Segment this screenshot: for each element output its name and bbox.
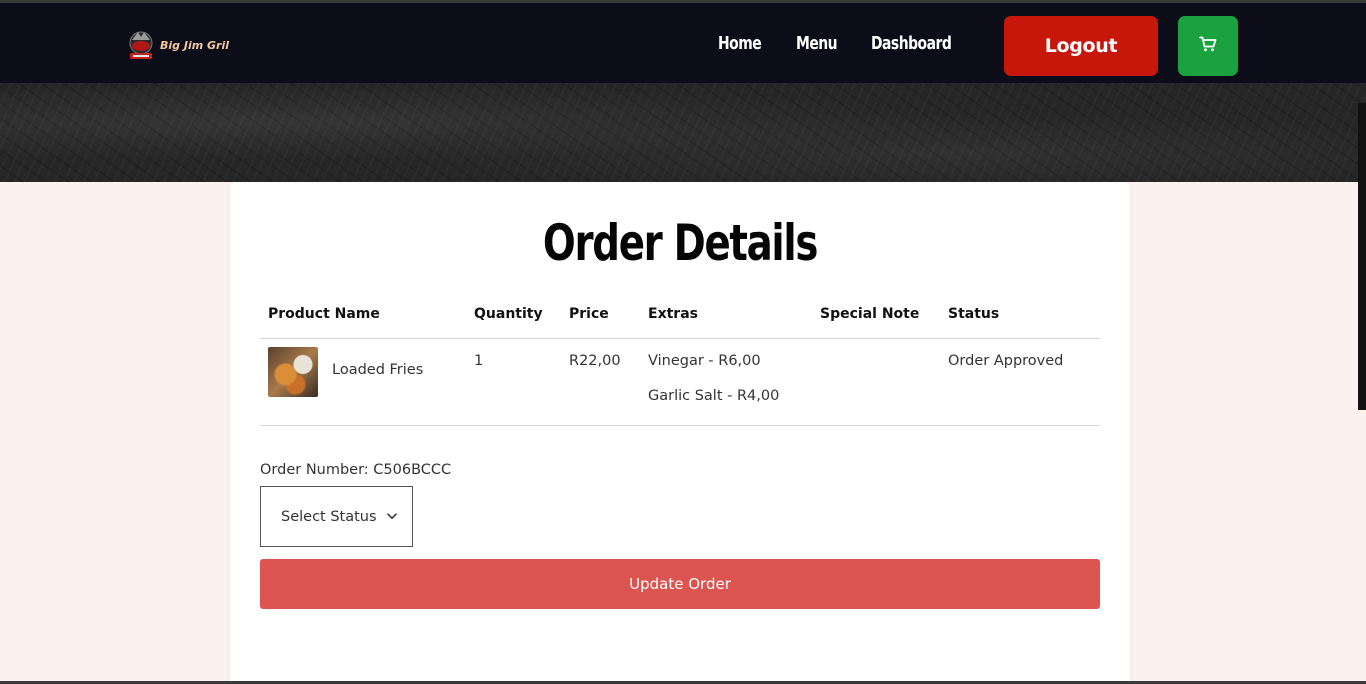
logo-emblem-icon [124,28,158,62]
product-quantity: 1 [474,353,484,369]
navbar: Big Jim Gril Home Menu Dashboard Logout [0,3,1366,83]
order-details-card: Order Details Product Name Quantity Pric… [230,182,1130,684]
product-thumbnail [268,347,318,397]
column-header-price: Price [569,306,609,322]
column-header-status: Status [948,306,1000,322]
update-order-button-label: Update Order [629,575,731,593]
nav-menu-link[interactable]: Menu [796,33,838,54]
product-name: Loaded Fries [332,362,424,378]
product-price: R22,00 [569,353,621,369]
hero-banner [0,83,1366,182]
page-title: Order Details [542,214,818,272]
column-header-special-note: Special Note [820,306,920,322]
status-select-value: Select Status [281,508,377,525]
order-number: Order Number: C506BCCC [260,462,452,478]
site-logo[interactable]: Big Jim Gril [124,25,239,65]
column-header-extras: Extras [648,306,698,322]
cart-button[interactable] [1178,16,1238,76]
extra-item: Vinegar - R6,00 [648,353,761,369]
status-select[interactable]: Select Status [260,486,413,547]
column-header-quantity: Quantity [474,306,543,322]
cart-icon [1199,36,1217,56]
order-status: Order Approved [948,353,1064,369]
chevron-down-icon [386,513,397,520]
page: Big Jim Gril Home Menu Dashboard Logout … [0,0,1366,684]
nav-home-link[interactable]: Home [718,33,762,54]
extra-item: Garlic Salt - R4,00 [648,388,780,404]
column-header-product-name: Product Name [268,306,380,322]
update-order-button[interactable]: Update Order [260,559,1100,609]
logout-button-label: Logout [1044,35,1118,57]
table-header-divider [260,338,1100,339]
logo-text: Big Jim Gril [160,38,230,52]
table-row-divider [260,425,1100,426]
scrollbar[interactable] [1358,103,1366,410]
nav-dashboard-link[interactable]: Dashboard [871,33,952,54]
logout-button[interactable]: Logout [1004,16,1158,76]
